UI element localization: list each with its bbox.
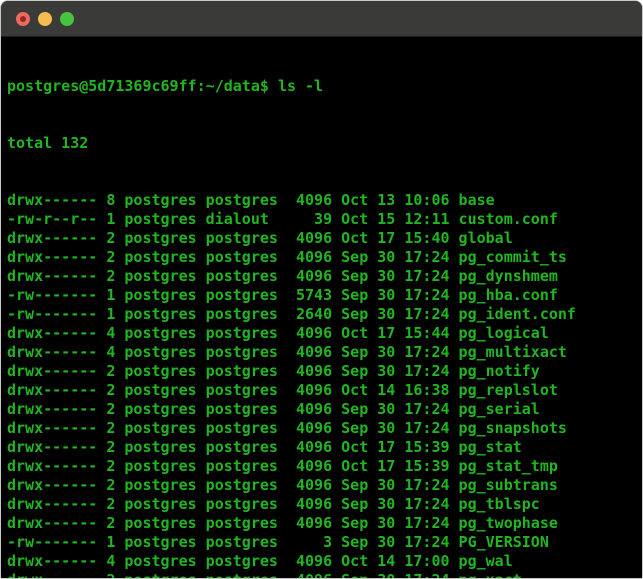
file-row: drwx------ 2 postgres postgres 4096 Sep … [7, 495, 642, 514]
shell-command: ls -l [278, 77, 323, 95]
file-row: drwx------ 2 postgres postgres 4096 Sep … [7, 419, 642, 438]
terminal-screen[interactable]: postgres@5d71369c69ff:~/data$ ls -l tota… [1, 37, 642, 579]
terminal-window: postgres@5d71369c69ff:~/data$ ls -l tota… [0, 0, 643, 579]
zoom-button[interactable] [60, 12, 74, 26]
file-row: drwx------ 2 postgres postgres 4096 Sep … [7, 362, 642, 381]
file-row: drwx------ 2 postgres postgres 4096 Oct … [7, 381, 642, 400]
shell-prompt: postgres@5d71369c69ff:~/data$ [7, 77, 269, 95]
file-row: drwx------ 2 postgres postgres 4096 Sep … [7, 514, 642, 533]
file-row: drwx------ 2 postgres postgres 4096 Sep … [7, 248, 642, 267]
file-row: drwx------ 2 postgres postgres 4096 Sep … [7, 476, 642, 495]
file-row: drwx------ 2 postgres postgres 4096 Sep … [7, 267, 642, 286]
file-row: -rw------- 1 postgres postgres 5743 Sep … [7, 286, 642, 305]
titlebar[interactable] [1, 1, 642, 37]
file-row: drwx------ 2 postgres postgres 4096 Sep … [7, 571, 642, 579]
close-dot-icon [20, 16, 26, 22]
file-row: drwx------ 2 postgres postgres 4096 Oct … [7, 457, 642, 476]
file-row: -rw------- 1 postgres postgres 2640 Sep … [7, 305, 642, 324]
file-row: drwx------ 4 postgres postgres 4096 Oct … [7, 324, 642, 343]
close-button[interactable] [16, 12, 30, 26]
minimize-button[interactable] [38, 12, 52, 26]
file-row: drwx------ 8 postgres postgres 4096 Oct … [7, 191, 642, 210]
file-row: drwx------ 2 postgres postgres 4096 Sep … [7, 400, 642, 419]
file-row: drwx------ 2 postgres postgres 4096 Oct … [7, 438, 642, 457]
file-row: drwx------ 4 postgres postgres 4096 Sep … [7, 343, 642, 362]
total-line: total 132 [7, 134, 642, 153]
file-row: -rw------- 1 postgres postgres 3 Sep 30 … [7, 533, 642, 552]
file-listing: drwx------ 8 postgres postgres 4096 Oct … [7, 191, 642, 579]
file-row: -rw-r--r-- 1 postgres dialout 39 Oct 15 … [7, 210, 642, 229]
file-row: drwx------ 2 postgres postgres 4096 Oct … [7, 229, 642, 248]
file-row: drwx------ 4 postgres postgres 4096 Oct … [7, 552, 642, 571]
command-line: postgres@5d71369c69ff:~/data$ ls -l [7, 77, 642, 96]
